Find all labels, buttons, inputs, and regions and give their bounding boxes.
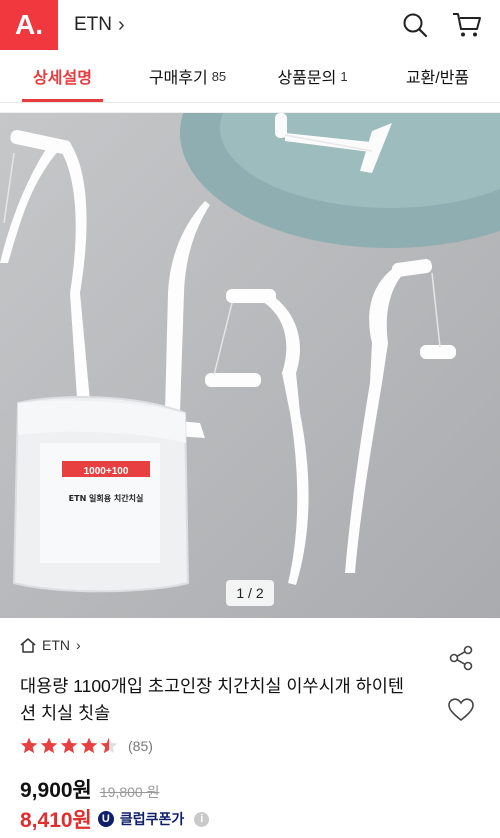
tab-inquiries[interactable]: 상품문의 1 xyxy=(250,50,375,102)
product-image-gallery[interactable]: 1000+100 ETN 일회용 치간치실 xyxy=(0,113,500,618)
star-icon xyxy=(40,737,58,754)
tab-exchange-return-label: 교환/반품 xyxy=(405,70,470,87)
rating-stars xyxy=(20,737,118,754)
product-brand-name: ETN xyxy=(42,637,70,653)
product-title: 대용량 1100개입 초고인장 치간치실 이쑤시개 하이텐션 치실 칫솔 xyxy=(20,676,404,723)
tab-reviews[interactable]: 구매후기 85 xyxy=(125,50,250,102)
tab-reviews-label: 구매후기 xyxy=(148,70,208,87)
search-icon[interactable] xyxy=(400,10,430,40)
tab-description[interactable]: 상세설명 xyxy=(0,50,125,102)
gallery-pager: 1 / 2 xyxy=(226,580,274,606)
star-icon xyxy=(80,737,98,754)
heart-icon[interactable] xyxy=(448,698,474,727)
price-row: 9,900원 19,800 원 xyxy=(20,774,159,804)
sale-price: 8,410원 xyxy=(20,809,92,832)
chevron-right-icon: › xyxy=(118,13,125,36)
brand-breadcrumb[interactable]: ETN › xyxy=(74,14,125,37)
package-badge: 1000+100 xyxy=(84,466,129,477)
share-icon[interactable] xyxy=(448,645,474,676)
club-coupon-price-row: 8,410원 U 클럽쿠폰가 i xyxy=(20,804,210,834)
product-brand-link[interactable]: ETN › xyxy=(20,637,81,653)
rating-count: (85) xyxy=(128,737,153,754)
product-tabs: 상세설명 구매후기 85 상품문의 1 교환/반품 xyxy=(0,50,500,103)
original-price: 19,800 원 xyxy=(99,784,160,800)
product-photo: 1000+100 ETN 일회용 치간치실 xyxy=(0,113,500,618)
tab-description-label: 상세설명 xyxy=(33,70,92,87)
club-coupon-label: 클럽쿠폰가 xyxy=(119,811,185,827)
info-icon[interactable]: i xyxy=(194,811,210,827)
home-icon xyxy=(20,637,36,653)
tab-inquiries-count: 1 xyxy=(340,68,348,84)
price: 9,900원 xyxy=(20,779,92,802)
chevron-right-icon: › xyxy=(76,637,81,653)
tab-divider xyxy=(0,103,500,113)
club-coupon-icon: U xyxy=(97,811,114,827)
tab-reviews-count: 85 xyxy=(211,68,227,84)
package-label: ETN 일회용 치간치실 xyxy=(69,493,144,503)
top-bar: A. ETN › xyxy=(0,0,500,50)
cart-icon[interactable] xyxy=(452,10,482,40)
star-half-icon xyxy=(100,737,118,754)
app-logo[interactable]: A. xyxy=(0,0,58,50)
star-icon xyxy=(20,737,38,754)
product-rating[interactable]: (85) xyxy=(20,737,153,754)
tab-exchange-return[interactable]: 교환/반품 xyxy=(375,50,500,102)
star-icon xyxy=(60,737,78,754)
breadcrumb-brand: ETN xyxy=(74,14,112,35)
tab-inquiries-label: 상품문의 xyxy=(277,70,337,87)
